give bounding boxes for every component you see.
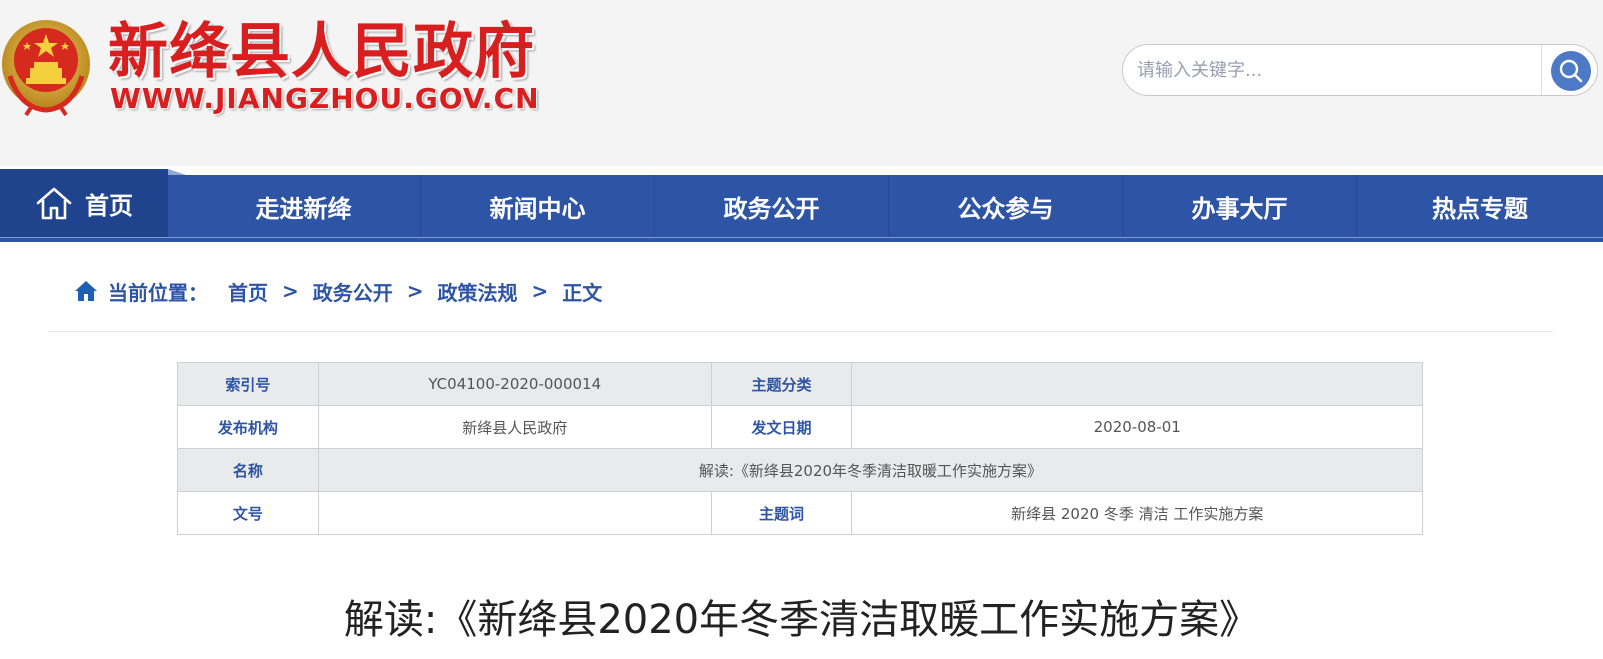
nav-item-about[interactable]: 走进新绛	[187, 175, 421, 237]
search-input[interactable]	[1137, 53, 1537, 87]
index-no-label: 索引号	[177, 362, 319, 406]
site-header: 新绛县人民政府 WWW.JIANGZHOU.GOV.CN	[0, 0, 1603, 166]
document-info-table: 索引号 YC04100-2020-000014 主题分类 发布机构 新绛县人民政…	[177, 362, 1424, 535]
nav-item-label: 新闻中心	[489, 194, 586, 223]
topic-label: 主题分类	[710, 362, 853, 406]
breadcrumb-item-policy[interactable]: 政策法规	[438, 277, 518, 306]
breadcrumb-item-home[interactable]: 首页	[228, 277, 268, 306]
table-row: 发布机构 新绛县人民政府 发文日期 2020-08-01	[177, 405, 1423, 449]
nav-item-label: 走进新绛	[255, 194, 352, 223]
nav-item-label: 首页	[85, 191, 133, 220]
home-icon	[75, 281, 97, 301]
site-url: WWW.JIANGZHOU.GOV.CN	[110, 82, 540, 115]
nav-item-hot-topics[interactable]: 热点专题	[1357, 175, 1603, 237]
table-row: 文号 主题词 新绛县 2020 冬季 清洁 工作实施方案	[177, 491, 1423, 535]
main-nav: 首页 走进新绛 新闻中心 政务公开 公众参与 办事大厅 热点专题	[0, 169, 1603, 237]
search-button[interactable]	[1551, 51, 1591, 91]
keywords-value: 新绛县 2020 冬季 清洁 工作实施方案	[851, 491, 1423, 535]
table-row: 索引号 YC04100-2020-000014 主题分类	[177, 362, 1423, 406]
search-box	[1122, 44, 1598, 96]
nav-item-label: 政务公开	[723, 194, 820, 223]
search-icon	[1559, 59, 1583, 83]
nav-item-public-participation[interactable]: 公众参与	[889, 175, 1123, 237]
breadcrumb-divider	[48, 331, 1553, 332]
date-label: 发文日期	[710, 405, 853, 449]
breadcrumb-label: 当前位置：	[108, 280, 208, 305]
index-no-value: YC04100-2020-000014	[317, 362, 712, 406]
topic-value	[851, 362, 1423, 406]
keywords-label: 主题词	[710, 491, 853, 535]
article-title: 解读:《新绛县2020年冬季清洁取暖工作实施方案》	[343, 597, 1260, 643]
publisher-label: 发布机构	[177, 405, 319, 449]
doc-no-value	[317, 491, 712, 535]
table-row: 名称 解读:《新绛县2020年冬季清洁取暖工作实施方案》	[177, 448, 1424, 492]
breadcrumb-item-gov-affairs[interactable]: 政务公开	[313, 277, 393, 306]
nav-item-label: 热点专题	[1432, 194, 1528, 223]
breadcrumb-separator: >	[406, 279, 424, 303]
date-value: 2020-08-01	[851, 405, 1423, 449]
nav-bottom-bar	[0, 237, 1603, 242]
name-label: 名称	[177, 448, 319, 492]
nav-item-home[interactable]: 首页	[0, 169, 168, 237]
national-emblem-logo	[2, 20, 90, 116]
breadcrumb-separator: >	[531, 279, 549, 303]
nav-item-label: 办事大厅	[1191, 194, 1288, 223]
nav-item-label: 公众参与	[957, 194, 1054, 223]
nav-item-gov-affairs[interactable]: 政务公开	[655, 175, 889, 237]
breadcrumb: 当前位置： 首页 > 政务公开 > 政策法规 > 正文	[74, 276, 602, 306]
publisher-value: 新绛县人民政府	[317, 405, 712, 449]
search-divider	[1541, 45, 1542, 95]
breadcrumb-item-current[interactable]: 正文	[562, 277, 602, 306]
site-name: 新绛县人民政府	[108, 17, 535, 87]
nav-item-service-hall[interactable]: 办事大厅	[1123, 175, 1357, 237]
breadcrumb-separator: >	[282, 279, 299, 303]
home-icon	[36, 187, 72, 220]
name-value: 解读:《新绛县2020年冬季清洁取暖工作实施方案》	[317, 448, 1424, 492]
nav-item-news[interactable]: 新闻中心	[421, 175, 655, 237]
doc-no-label: 文号	[177, 491, 319, 535]
